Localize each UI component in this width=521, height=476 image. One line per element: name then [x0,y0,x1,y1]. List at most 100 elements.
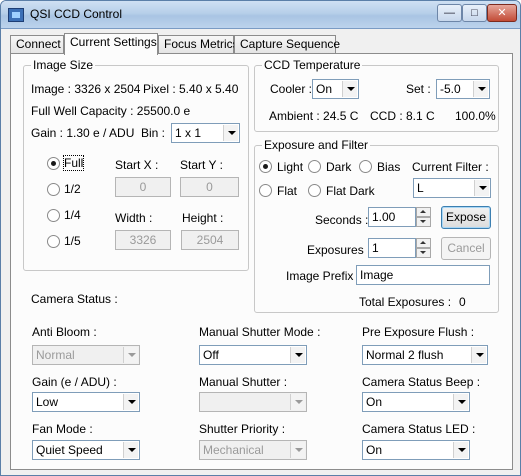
image-dimensions-label: Image : 3326 x 2504 [31,82,141,96]
chevron-down-icon [123,394,138,410]
ambient-temperature-label: Ambient : 24.5 C [269,109,359,123]
spin-up-icon[interactable] [416,207,431,217]
chevron-down-icon [342,81,357,97]
radio-quarter-label[interactable]: 1/4 [64,208,81,222]
close-button[interactable]: ✕ [487,4,517,22]
manual-shutter-mode-value: Off [203,348,219,362]
cooler-select[interactable]: On [312,79,359,99]
fan-mode-select[interactable]: Quiet Speed [32,440,140,460]
total-exposures-label: Total Exposures : [359,295,452,309]
gain-mode-value: Low [36,395,59,409]
current-filter-value: L [417,181,424,195]
maximize-button[interactable]: □ [462,4,487,22]
anti-bloom-select[interactable]: Normal [32,345,140,365]
exposures-spinner[interactable] [416,238,431,258]
height-label: Height : [182,211,224,225]
radio-half[interactable] [47,183,60,196]
pixel-size-label: Pixel : 5.40 x 5.40 [143,82,239,96]
current-filter-label: Current Filter : [412,160,489,174]
gain-mode-select[interactable]: Low [32,392,140,412]
bin-select-value: 1 x 1 [175,126,202,140]
chevron-down-icon [453,442,468,458]
gain-value-label: Gain : 1.30 e / ADU [31,126,135,140]
pre-exposure-flush-value: Normal 2 flush [366,348,444,362]
image-prefix-label: Image Prefix : [286,269,361,283]
radio-light-label[interactable]: Light [277,160,303,174]
start-x-field[interactable]: 0 [115,177,171,197]
bin-select[interactable]: 1 x 1 [171,123,240,143]
chevron-down-icon [473,81,488,97]
set-point-value: -5.0 [440,82,461,96]
chevron-down-icon [123,347,138,363]
width-field[interactable]: 3326 [115,230,171,250]
radio-full-label[interactable]: Full [62,155,85,171]
status-beep-select[interactable]: On [362,392,470,412]
radio-dark[interactable] [308,160,321,173]
manual-shutter-select[interactable] [199,392,307,412]
total-exposures-value: 0 [459,295,466,309]
anti-bloom-value: Normal [36,348,75,362]
spin-down-icon[interactable] [416,217,431,227]
radio-flat-label[interactable]: Flat [277,184,297,198]
manual-shutter-label: Manual Shutter : [199,375,288,389]
exposures-field[interactable]: 1 [368,238,416,258]
fan-mode-value: Quiet Speed [36,443,103,457]
chevron-down-icon [290,442,305,458]
set-point-label: Set : [406,82,431,96]
seconds-field[interactable]: 1.00 [368,207,416,227]
minimize-button[interactable]: — [437,4,462,22]
radio-bias-label[interactable]: Bias [377,160,400,174]
spin-down-icon[interactable] [416,248,431,258]
cancel-button[interactable]: Cancel [441,237,491,260]
manual-shutter-mode-select[interactable]: Off [199,345,307,365]
start-x-label: Start X : [115,158,159,172]
pre-exposure-flush-select[interactable]: Normal 2 flush [362,345,488,365]
radio-bias[interactable] [359,160,372,173]
tab-connect[interactable]: Connect [10,35,64,54]
chevron-down-icon [453,394,468,410]
chevron-down-icon [290,394,305,410]
radio-full[interactable] [47,157,60,170]
app-window: QSI CCD Control — □ ✕ Connect Current Se… [0,0,521,476]
status-beep-value: On [366,395,383,409]
cooler-power-label: 100.0% [455,109,496,123]
radio-dark-label[interactable]: Dark [326,160,351,174]
expose-button[interactable]: Expose [441,206,491,229]
start-y-field[interactable]: 0 [180,177,239,197]
status-led-select[interactable]: On [362,440,470,460]
tab-current-settings[interactable]: Current Settings [64,33,158,55]
width-label: Width : [115,211,153,225]
image-prefix-field[interactable]: Image [356,265,490,285]
radio-fifth[interactable] [47,235,60,248]
exposures-label: Exposures : [307,243,371,257]
status-led-value: On [366,443,383,457]
height-field[interactable]: 2504 [181,230,239,250]
tab-focus-metrics[interactable]: Focus Metrics [158,35,239,54]
chevron-down-icon [123,442,138,458]
radio-flat[interactable] [259,184,272,197]
spin-up-icon[interactable] [416,238,431,248]
radio-fifth-label[interactable]: 1/5 [64,234,81,248]
current-filter-select[interactable]: L [413,178,491,198]
radio-flat-dark[interactable] [308,184,321,197]
radio-quarter[interactable] [47,209,60,222]
status-led-label: Camera Status LED : [362,422,476,436]
chevron-down-icon [474,180,489,196]
ccd-temperature-label: CCD : 8.1 C [370,109,435,123]
cooler-select-value: On [316,82,333,96]
ccd-temperature-title: CCD Temperature [262,58,363,72]
seconds-spinner[interactable] [416,207,431,227]
manual-shutter-mode-label: Manual Shutter Mode : [199,325,321,339]
shutter-priority-select[interactable]: Mechanical [199,440,307,460]
title-bar[interactable]: QSI CCD Control — □ ✕ [1,1,520,29]
radio-half-label[interactable]: 1/2 [64,182,81,196]
image-size-title: Image Size [31,58,96,72]
set-point-select[interactable]: -5.0 [436,79,490,99]
anti-bloom-label: Anti Bloom : [32,325,97,339]
full-well-label: Full Well Capacity : 25500.0 e [31,104,191,118]
tab-capture-sequence[interactable]: Capture Sequence [234,35,340,54]
radio-flat-dark-label[interactable]: Flat Dark [326,184,375,198]
bin-label: Bin : [141,126,166,140]
cooler-label: Cooler : [270,82,313,96]
radio-light[interactable] [259,160,272,173]
